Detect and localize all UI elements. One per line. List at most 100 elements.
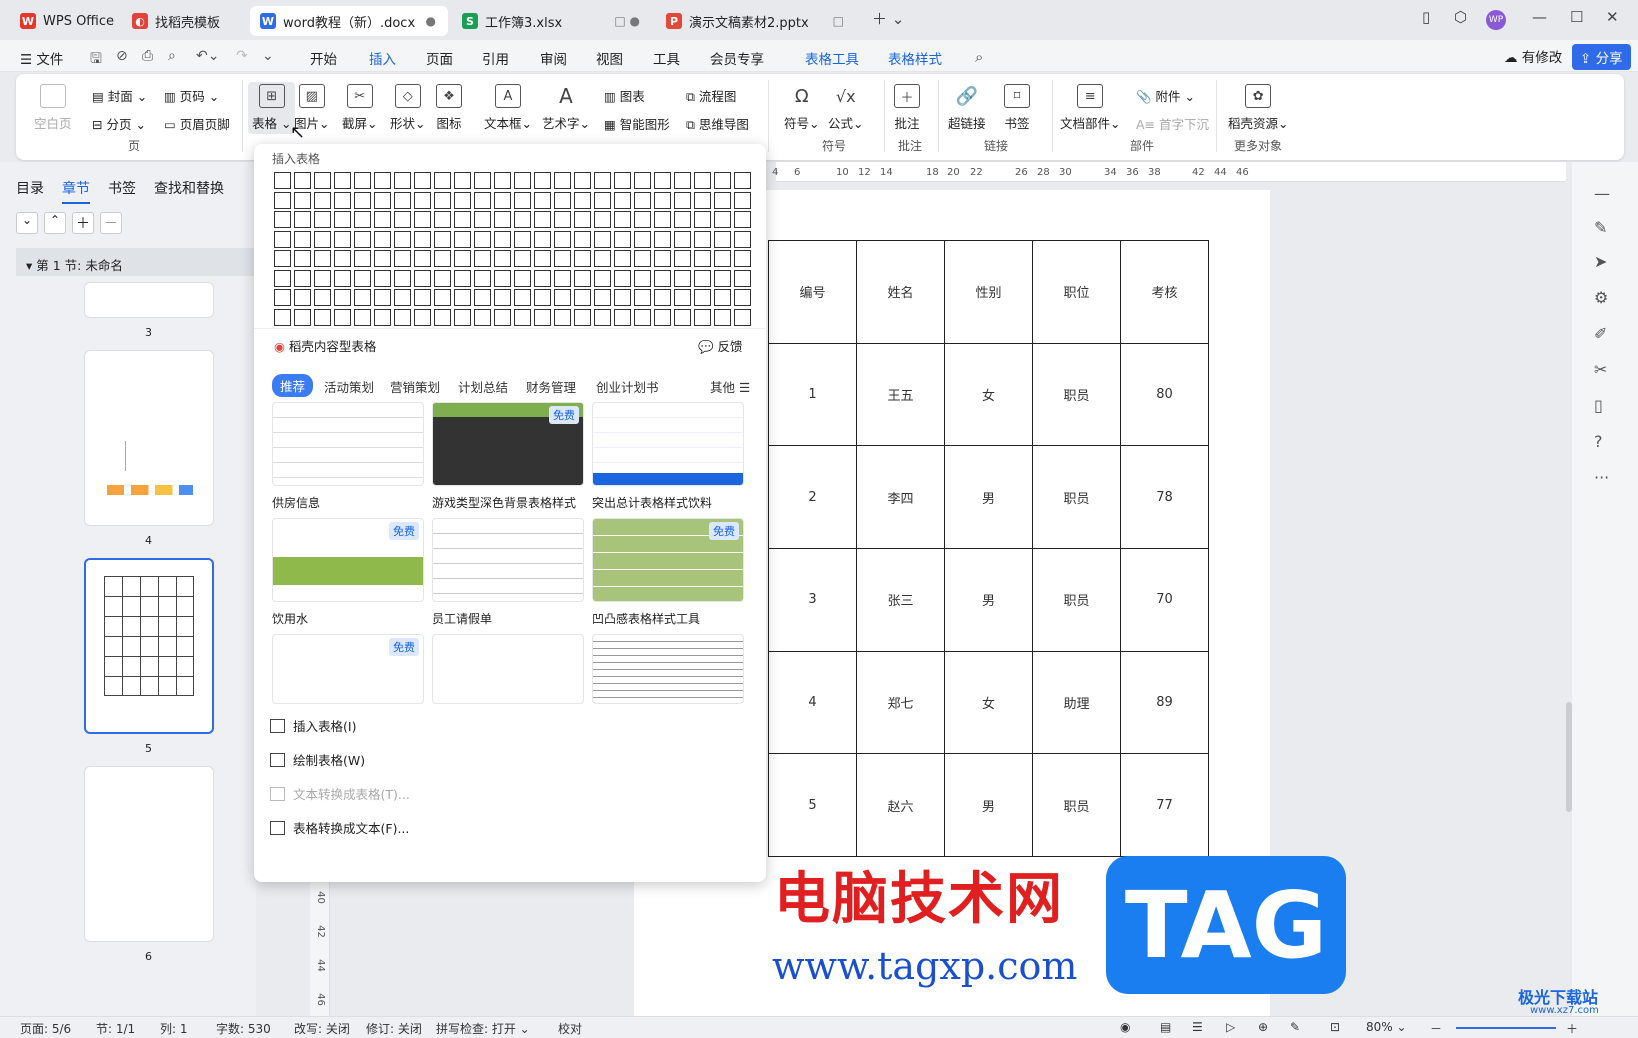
status-proof[interactable]: 校对 [558,1020,582,1037]
table-grid-cell[interactable] [414,230,431,248]
table-grid-cell[interactable] [634,211,651,228]
table-grid-cell[interactable] [654,230,671,248]
undo-icon[interactable]: ↶⌄ [196,48,219,64]
table-grid-cell[interactable] [294,289,311,306]
table-grid-cell[interactable] [594,230,611,248]
table-grid-cell[interactable] [634,250,651,267]
pen-icon[interactable]: ✎ [1594,218,1607,237]
tools-icon[interactable]: ✂ [1594,360,1607,379]
table-grid-cell[interactable] [554,269,571,287]
table-grid-cell[interactable] [334,308,351,326]
table-cell[interactable]: 男 [944,445,1033,550]
formula-button[interactable]: √x 公式⌄ [828,84,864,132]
table-grid-cell[interactable] [714,191,731,209]
more-icon[interactable]: ··· [1594,468,1609,487]
table-grid-cell[interactable] [554,250,571,267]
table-cell[interactable]: 郑七 [856,650,945,755]
table-grid-cell[interactable] [514,269,531,287]
table-cell[interactable]: 考核 [1120,240,1209,344]
table-grid-cell[interactable] [354,211,371,228]
symbol-button[interactable]: Ω 符号⌄ [784,84,820,132]
table-grid-cell[interactable] [414,191,431,209]
table-cell[interactable]: 78 [1120,445,1209,550]
table-grid-cell[interactable] [594,191,611,209]
table-grid-cell[interactable] [494,172,511,189]
table-grid-cell[interactable] [354,269,371,287]
wordart-button[interactable]: A 艺术字⌄ [542,84,590,132]
search-icon[interactable]: ⌕ [975,48,983,66]
table-grid-cell[interactable] [734,289,751,306]
table-grid-cell[interactable] [614,289,631,306]
table-cell[interactable]: 女 [944,650,1033,755]
table-grid-cell[interactable] [294,211,311,228]
table-grid-cell[interactable] [694,191,711,209]
collapse-icon[interactable]: ⌄ [16,212,38,234]
cube-icon[interactable]: ⬡ [1454,8,1467,26]
outline-view-icon[interactable]: ☰ [1192,1020,1203,1034]
table-grid-cell[interactable] [594,289,611,306]
textbox-button[interactable]: A 文本框⌄ [484,84,532,132]
template-card[interactable]: 免费 [272,518,424,602]
table-cell[interactable]: 男 [944,753,1033,858]
table-grid-cell[interactable] [674,230,691,248]
table-grid-cell[interactable] [334,172,351,189]
page-thumbnail-5[interactable] [84,558,214,734]
section-row[interactable]: ▾ 第 1 节: 未命名 [16,248,256,276]
table-grid-cell[interactable] [314,211,331,228]
edit-box-icon[interactable]: ✐ [1594,324,1607,343]
template-card[interactable] [272,402,424,486]
minus-icon[interactable]: — [1594,184,1610,203]
status-page[interactable]: 页面: 5/6 [20,1020,71,1037]
table-grid-cell[interactable] [534,269,551,287]
table-grid-cell[interactable] [374,269,391,287]
nav-tab-section[interactable]: 章节 [62,178,90,204]
table-grid-cell[interactable] [474,308,491,326]
table-grid-cell[interactable] [414,308,431,326]
table-cell[interactable]: 赵六 [856,753,945,858]
menu-tools[interactable]: 工具 [653,48,680,68]
page-break-button[interactable]: ⊟ 分页 ⌄ [92,114,146,133]
table-grid-cell[interactable] [654,269,671,287]
comment-button[interactable]: ＋ 批注 [894,84,920,132]
table-grid-cell[interactable] [714,250,731,267]
table-cell[interactable]: 职员 [1032,445,1121,550]
table-grid-cell[interactable] [634,230,651,248]
table-grid-cell[interactable] [314,172,331,189]
table-button[interactable]: ⊞ 表格 ⌄ [248,82,296,134]
table-grid-cell[interactable] [614,269,631,287]
insert-table-action[interactable]: 插入表格(I) [270,716,356,735]
table-grid-cell[interactable] [534,250,551,267]
page-thumbnail-4[interactable] [84,350,214,526]
table-grid-cell[interactable] [514,230,531,248]
table-grid-cell[interactable] [554,289,571,306]
table-grid-cell[interactable] [494,269,511,287]
table-cell[interactable]: 职位 [1032,240,1121,344]
blank-page-button[interactable]: 空白页 [34,84,72,132]
table-grid-cell[interactable] [734,308,751,326]
zoom-out-icon[interactable]: － [1430,1020,1442,1037]
menu-view[interactable]: 视图 [596,48,623,68]
page-view-icon[interactable]: ▤ [1160,1020,1171,1034]
category-business-plan[interactable]: 创业计划书 [596,377,659,396]
table-grid-cell[interactable] [534,289,551,306]
table-grid-cell[interactable] [314,191,331,209]
unsaved-dot-icon[interactable]: ● [426,14,436,28]
table-grid-cell[interactable] [274,211,291,228]
table-grid-cell[interactable] [294,191,311,209]
print-preview-icon[interactable]: ⌕ [168,48,176,64]
table-grid-cell[interactable] [434,191,451,209]
table-grid-cell[interactable] [514,250,531,267]
table-grid-cell[interactable] [314,269,331,287]
table-grid-cell[interactable] [434,230,451,248]
table-grid-cell[interactable] [734,191,751,209]
cover-button[interactable]: ▤ 封面 ⌄ [92,86,147,105]
play-icon[interactable]: ▷ [1226,1020,1235,1034]
table-grid-cell[interactable] [374,289,391,306]
table-grid-cell[interactable] [574,211,591,228]
template-card[interactable] [432,518,584,602]
draw-table-action[interactable]: 绘制表格(W) [270,750,365,769]
table-grid-cell[interactable] [714,269,731,287]
table-grid-cell[interactable] [434,269,451,287]
table-grid-cell[interactable] [454,250,471,267]
zoom-in-icon[interactable]: ＋ [1566,1020,1578,1037]
